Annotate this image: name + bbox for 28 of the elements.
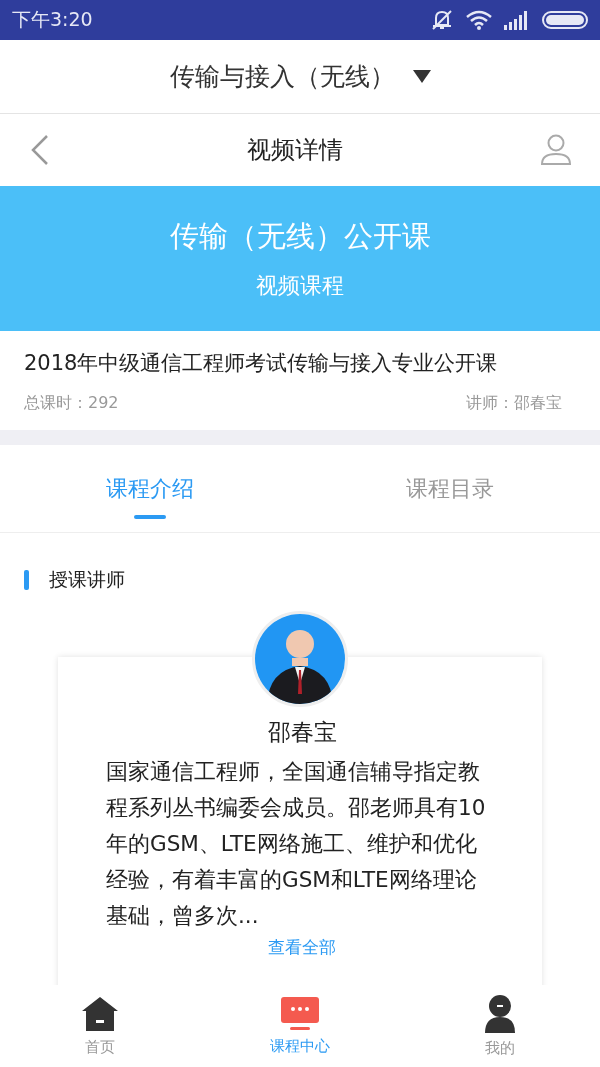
section-marker [24,570,29,590]
back-icon[interactable] [30,134,50,166]
lecturer-bio: 国家通信工程师，全国通信辅导指定教程系列丛书编委会成员。邵老师具有10年的GSM、LTE网络施工、维护和优化经验，有着丰富的GSM和LTE网络理论基础，曾多次... [106,758,487,930]
banner-subtitle: 视频课程 [256,271,344,300]
section-title: 授课讲师 [49,567,125,592]
muted-bell-icon [430,9,454,31]
tab[interactable]: 课程介绍 [0,445,300,532]
status-time: 下午3:20 [12,7,93,32]
dropdown-caret-icon[interactable] [412,69,431,84]
nav-tab[interactable]: 首页 [0,985,200,1067]
view-all-link[interactable]: 查看全部 [268,936,336,959]
category-title[interactable]: 传输与接入（无线） [169,60,395,93]
wifi-icon [466,10,492,30]
nav-tab[interactable]: 我的 [400,985,600,1067]
lecturer-name: 邵春宝 [267,718,337,747]
banner-title: 传输（无线）公开课 [169,217,431,255]
teacher-label: 讲师：邵春宝 [466,393,562,414]
total-hours: 总课时：292 [24,393,119,414]
battery-icon [542,10,588,30]
user-icon[interactable] [540,134,572,166]
page-title: 视频详情 [247,135,343,166]
nav-tab[interactable]: 课程中心 [200,985,400,1067]
signal-icon [504,10,530,30]
person-icon [484,994,516,1033]
tab[interactable]: 课程目录 [300,445,600,532]
course-title: 2018年中级通信工程师考试传输与接入专业公开课 [24,350,499,377]
home-icon [81,995,119,1032]
chat-screen-icon [281,996,319,1031]
